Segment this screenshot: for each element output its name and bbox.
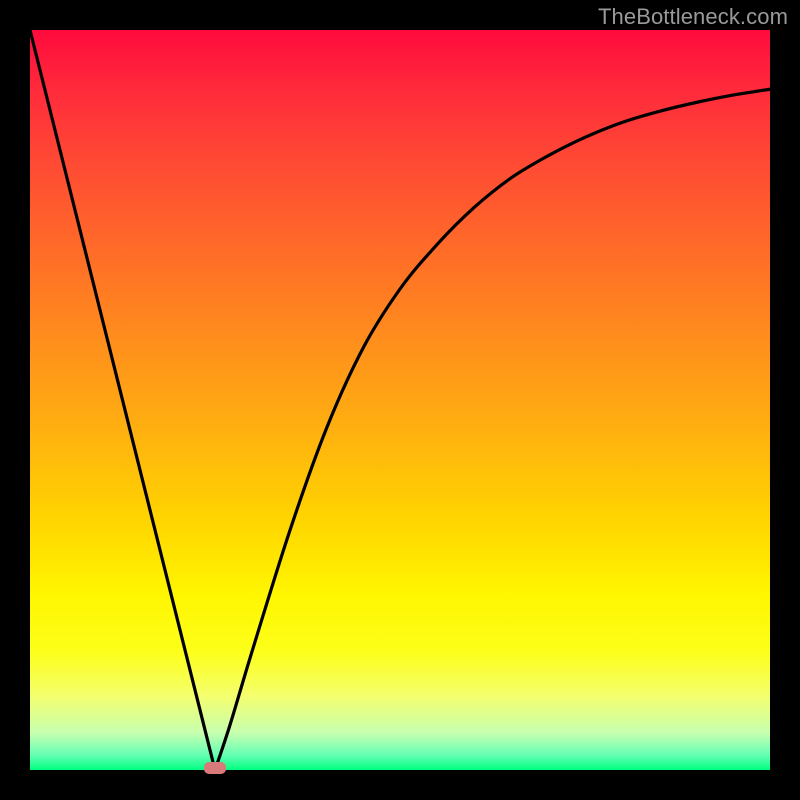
bottleneck-curve	[30, 30, 770, 770]
attribution-text: TheBottleneck.com	[598, 4, 788, 30]
chart-frame: TheBottleneck.com	[0, 0, 800, 800]
plot-area	[30, 30, 770, 770]
minimum-marker	[204, 762, 226, 774]
